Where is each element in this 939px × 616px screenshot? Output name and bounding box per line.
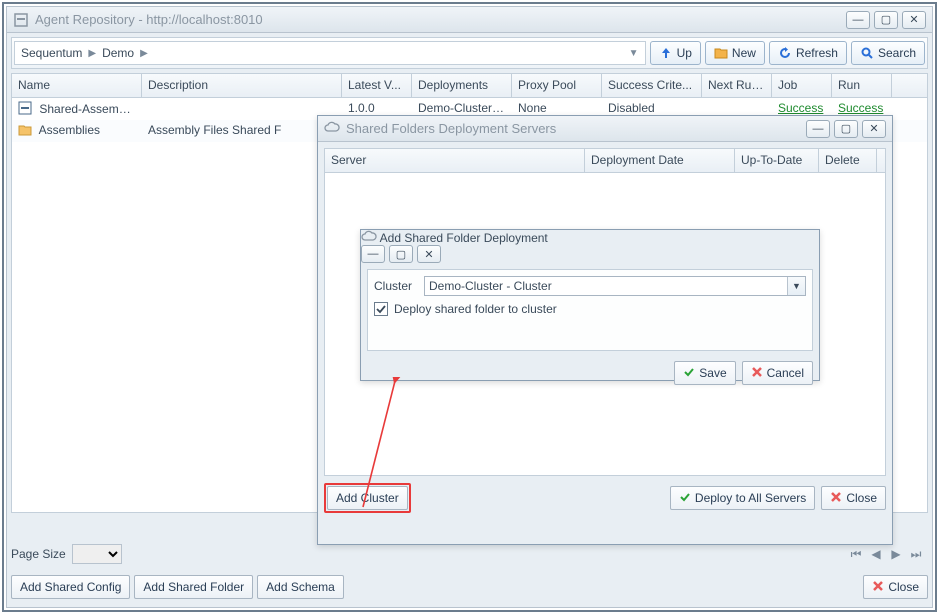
breadcrumb-item[interactable]: Demo <box>102 46 134 60</box>
col-success[interactable]: Success Crite... <box>602 74 702 97</box>
add-schema-button[interactable]: Add Schema <box>257 575 344 599</box>
col-run[interactable]: Run <box>832 74 892 97</box>
grid-header: Name Description Latest V... Deployments… <box>12 74 927 98</box>
col-server[interactable]: Server <box>325 149 585 172</box>
prev-page-icon[interactable]: ◀ <box>868 546 884 562</box>
servers-close-window-button[interactable]: ✕ <box>862 120 886 138</box>
deploy-checkbox[interactable]: Deploy shared folder to cluster <box>374 302 806 316</box>
col-description[interactable]: Description <box>142 74 342 97</box>
maximize-button[interactable]: ▢ <box>874 11 898 29</box>
main-titlebar: Agent Repository - http://localhost:8010… <box>7 7 932 33</box>
servers-close-button[interactable]: Close <box>821 486 886 510</box>
col-job[interactable]: Job <box>772 74 832 97</box>
first-page-icon[interactable]: ⏮ <box>848 546 864 562</box>
col-name[interactable]: Name <box>12 74 142 97</box>
breadcrumb-item[interactable]: Sequentum <box>21 46 82 60</box>
cloud-icon <box>324 121 340 136</box>
run-link[interactable]: Success <box>838 101 883 115</box>
arrow-up-icon <box>659 46 673 60</box>
col-proxy[interactable]: Proxy Pool <box>512 74 602 97</box>
new-folder-icon <box>714 46 728 60</box>
cancel-button[interactable]: Cancel <box>742 361 813 385</box>
up-button[interactable]: Up <box>650 41 701 65</box>
search-icon <box>860 46 874 60</box>
servers-minimize-button[interactable]: — <box>806 120 830 138</box>
new-button[interactable]: New <box>705 41 765 65</box>
main-close-button[interactable]: Close <box>863 575 928 599</box>
col-deployment-date[interactable]: Deployment Date <box>585 149 735 172</box>
add-dialog-titlebar: Add Shared Folder Deployment — ▢ ✕ <box>361 230 819 263</box>
col-nextrun[interactable]: Next Run ... <box>702 74 772 97</box>
col-deployments[interactable]: Deployments <box>412 74 512 97</box>
servers-maximize-button[interactable]: ▢ <box>834 120 858 138</box>
cloud-icon <box>361 231 377 245</box>
page-size-select[interactable] <box>72 544 122 564</box>
last-page-icon[interactable]: ⏭ <box>908 546 924 562</box>
close-window-button[interactable]: ✕ <box>902 11 926 29</box>
bottom-toolbar: Add Shared Config Add Shared Folder Add … <box>11 571 928 603</box>
checkbox-icon <box>374 302 388 316</box>
save-button[interactable]: Save <box>674 361 735 385</box>
chevron-down-icon[interactable]: ▼ <box>629 48 639 59</box>
col-up-to-date[interactable]: Up-To-Date <box>735 149 819 172</box>
breadcrumb[interactable]: Sequentum ▶ Demo ▶ ▼ <box>14 41 646 65</box>
servers-dialog-titlebar: Shared Folders Deployment Servers — ▢ ✕ <box>318 116 892 142</box>
cluster-label: Cluster <box>374 279 418 293</box>
close-icon <box>751 366 763 381</box>
chevron-down-icon: ▼ <box>787 277 805 295</box>
app-icon <box>13 12 29 28</box>
folder-icon <box>18 124 32 138</box>
add-shared-folder-button[interactable]: Add Shared Folder <box>134 575 253 599</box>
chevron-right-icon: ▶ <box>140 48 148 59</box>
close-icon <box>830 491 842 506</box>
agent-icon <box>18 101 32 115</box>
check-icon <box>679 491 691 506</box>
add-maximize-button[interactable]: ▢ <box>389 245 413 263</box>
job-link[interactable]: Success <box>778 101 823 115</box>
deploy-all-servers-button[interactable]: Deploy to All Servers <box>670 486 815 510</box>
servers-dialog-footer: Add Cluster Deploy to All Servers Close <box>318 482 892 514</box>
refresh-button[interactable]: Refresh <box>769 41 847 65</box>
window-title: Agent Repository - http://localhost:8010 <box>35 12 846 27</box>
refresh-icon <box>778 46 792 60</box>
close-icon <box>872 580 884 595</box>
search-button[interactable]: Search <box>851 41 925 65</box>
chevron-right-icon: ▶ <box>88 48 96 59</box>
col-delete[interactable]: Delete <box>819 149 877 172</box>
main-window: Agent Repository - http://localhost:8010… <box>6 6 933 608</box>
add-deployment-dialog: Add Shared Folder Deployment — ▢ ✕ Clust… <box>360 229 820 381</box>
add-minimize-button[interactable]: — <box>361 245 385 263</box>
main-toolbar: Sequentum ▶ Demo ▶ ▼ Up New Refresh Sear… <box>11 37 928 69</box>
col-version[interactable]: Latest V... <box>342 74 412 97</box>
cluster-select[interactable]: Demo-Cluster - Cluster ▼ <box>424 276 806 296</box>
add-close-window-button[interactable]: ✕ <box>417 245 441 263</box>
add-shared-config-button[interactable]: Add Shared Config <box>11 575 130 599</box>
check-icon <box>683 366 695 381</box>
minimize-button[interactable]: — <box>846 11 870 29</box>
next-page-icon[interactable]: ▶ <box>888 546 904 562</box>
add-cluster-button[interactable]: Add Cluster <box>327 486 408 510</box>
page-size-label: Page Size <box>11 547 66 561</box>
